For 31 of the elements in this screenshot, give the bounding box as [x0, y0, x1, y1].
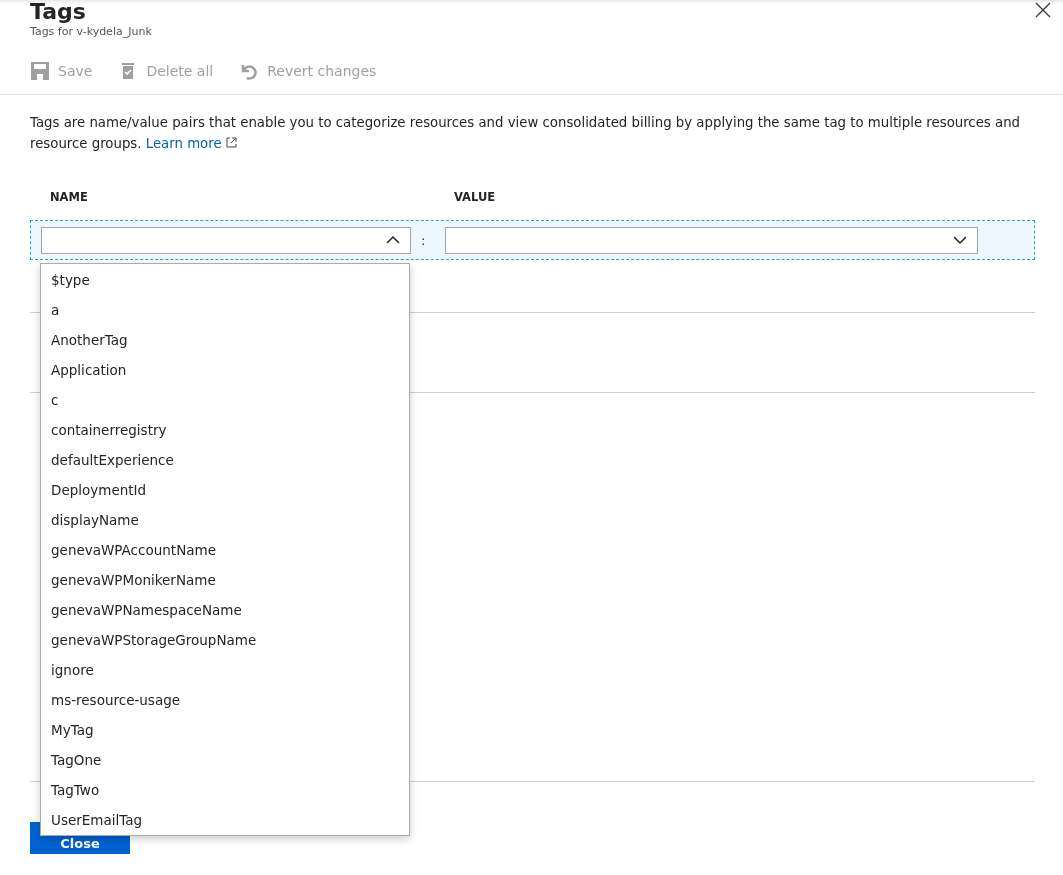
description-text: Tags are name/value pairs that enable you to categorize resources and view consolidated billing by applying the same tag to multiple resources and resource groups. Learn more	[29, 114, 1022, 153]
separator-text: :	[421, 232, 427, 248]
name-combobox[interactable]	[41, 226, 411, 254]
chevron-down-icon	[953, 233, 967, 247]
dropdown-option[interactable]: genevaWPStorageGroupName	[41, 625, 409, 655]
dropdown-option[interactable]: ignore	[41, 655, 409, 685]
dropdown-option[interactable]: containerregistry	[41, 415, 409, 445]
dropdown-option[interactable]: genevaWPAccountName	[41, 535, 409, 565]
dropdown-option[interactable]: a	[41, 295, 409, 325]
column-header: NAME	[50, 190, 89, 204]
close-icon[interactable]	[1035, 2, 1051, 18]
dropdown-option[interactable]: TagOne	[41, 745, 409, 775]
external-link-icon	[225, 137, 237, 148]
dropdown-option[interactable]: $type	[41, 265, 409, 295]
dropdown-option[interactable]: MyTag	[41, 715, 409, 745]
dropdown-option[interactable]: defaultExperience	[41, 445, 409, 475]
dropdown-option[interactable]: ms-resource-usage	[41, 685, 409, 715]
panel-title: Tags	[30, 0, 86, 26]
value-combobox[interactable]	[445, 226, 978, 254]
dropdown-option[interactable]: genevaWPNamespaceName	[41, 595, 409, 625]
dropdown-option[interactable]: genevaWPMonikerName	[41, 565, 409, 595]
dropdown-option[interactable]: displayName	[41, 505, 409, 535]
column-header: VALUE	[454, 190, 496, 204]
dropdown-option[interactable]: c	[41, 385, 409, 415]
dropdown-option[interactable]: Application	[41, 355, 409, 385]
dropdown-option[interactable]: AnotherTag	[41, 325, 409, 355]
save-icon	[30, 61, 50, 81]
learn-more-link[interactable]: Learn more	[145, 136, 237, 151]
dropdown-option[interactable]: DeploymentId	[41, 475, 409, 505]
panel-subtitle: Tags for v-kydela_Junk	[30, 25, 152, 38]
dropdown-option[interactable]: TagTwo	[41, 775, 409, 805]
